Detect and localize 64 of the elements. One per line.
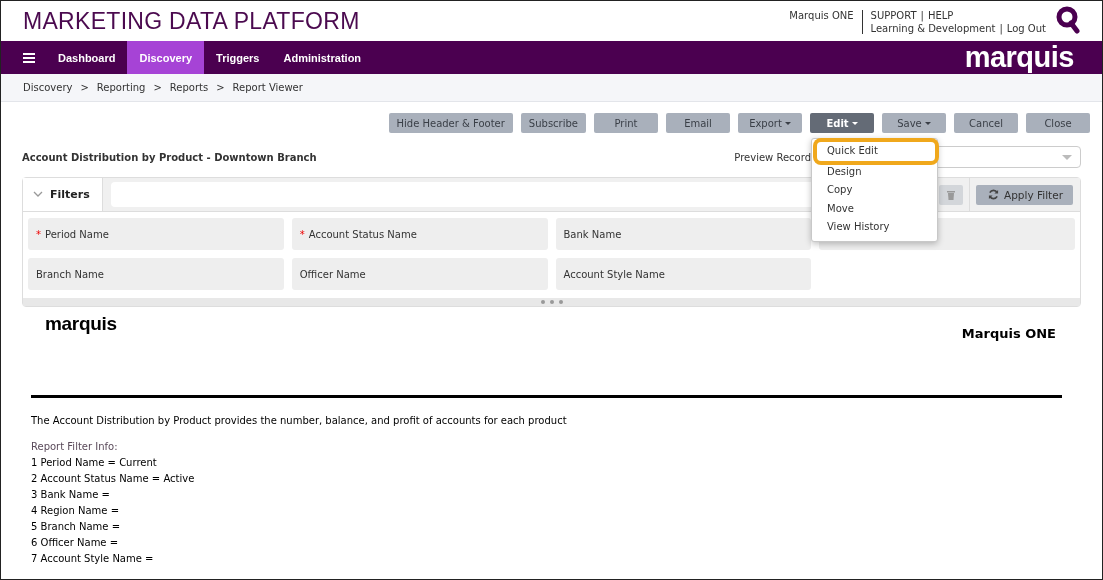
menu-icon[interactable]	[23, 52, 35, 63]
filter-field[interactable]: Account Style Name	[555, 258, 812, 290]
company-name: Marquis ONE	[961, 326, 1056, 341]
menu-item[interactable]: Design	[812, 162, 937, 181]
breadcrumb-link[interactable]: Discovery	[23, 82, 73, 93]
filter-info-title: Report Filter Info:	[31, 440, 119, 454]
toolbar-button[interactable]: Cancel	[954, 113, 1018, 133]
breadcrumb-separator: >	[216, 82, 225, 93]
caret-icon	[1062, 154, 1072, 160]
menu-item[interactable]: Move	[812, 199, 937, 218]
filter-info-line: 7 Account Style Name =	[31, 552, 155, 566]
magnifier-logo-icon	[1056, 6, 1082, 36]
refresh-icon	[988, 189, 999, 200]
menu-item[interactable]: View History	[812, 218, 937, 237]
apply-filter-button[interactable]: Apply Filter	[976, 184, 1073, 205]
breadcrumb-separator: >	[80, 82, 89, 93]
toolbar-button[interactable]: Hide Header & Footer	[388, 113, 513, 133]
toolbar-button[interactable]: Close	[1026, 113, 1090, 133]
filter-info-line: 6 Officer Name =	[31, 536, 120, 550]
toolbar-button[interactable]: Subscribe	[520, 113, 586, 133]
nav-tab[interactable]: Dashboard	[46, 41, 128, 74]
menu-item[interactable]: Copy	[812, 181, 937, 200]
caret-icon	[784, 121, 791, 125]
filter-info-line: 1 Period Name = Current	[31, 456, 158, 470]
brand-logo: marquis	[964, 41, 1074, 74]
caret-icon	[924, 121, 931, 125]
delete-button[interactable]	[939, 184, 963, 205]
filters-toggle[interactable]: Filters	[23, 178, 103, 211]
toolbar-button[interactable]: Email	[666, 113, 730, 133]
filter-info-line: 3 Bank Name =	[31, 488, 111, 502]
preview-label: Preview Record	[734, 151, 811, 163]
filter-field[interactable]: Branch Name	[28, 258, 284, 290]
trash-icon	[947, 189, 955, 200]
app-title: MARKETING DATA PLATFORM	[23, 7, 360, 35]
breadcrumb-link[interactable]: Reports	[169, 82, 209, 93]
caret-icon	[851, 121, 858, 125]
header-link[interactable]: Log Out	[1006, 23, 1046, 34]
header-link[interactable]: HELP	[927, 10, 954, 21]
toolbar-button[interactable]: Export	[738, 113, 802, 133]
toolbar-button[interactable]: Save	[882, 113, 946, 133]
link-separator: |	[999, 23, 1003, 34]
filter-info-line: 2 Account Status Name = Active	[31, 472, 196, 486]
header-link[interactable]: Learning & Development	[870, 23, 996, 34]
nav-tab[interactable]: Discovery	[127, 41, 205, 74]
link-separator: |	[920, 10, 924, 21]
nav-tab[interactable]: Triggers	[204, 41, 272, 74]
filter-field[interactable]: Bank Name	[555, 218, 812, 250]
nav-tab[interactable]: Administration	[271, 41, 374, 74]
header-link[interactable]: SUPPORT	[870, 10, 917, 21]
resize-handle-icon[interactable]	[539, 300, 564, 304]
filter-field[interactable]: * Period Name	[28, 218, 284, 250]
toolbar-button[interactable]: Edit	[810, 113, 874, 133]
user-name: Marquis ONE	[789, 9, 855, 21]
toolbar-button[interactable]: Print	[594, 113, 658, 133]
breadcrumb-link[interactable]: Report Viewer	[232, 82, 303, 93]
filter-field[interactable]: * Account Status Name	[291, 218, 548, 250]
filter-info-line: 5 Branch Name =	[31, 520, 122, 534]
breadcrumb-separator: >	[153, 82, 162, 93]
report-logo: marquis	[45, 313, 117, 335]
report-title: Account Distribution by Product - Downtown Branch	[22, 151, 317, 163]
breadcrumb-link[interactable]: Reporting	[96, 82, 146, 93]
filter-field[interactable]: Officer Name	[291, 258, 548, 290]
report-description: The Account Distribution by Product provides the number, balance, and profit of accounts for each product	[31, 415, 568, 426]
filter-info-line: 4 Region Name =	[31, 504, 120, 518]
